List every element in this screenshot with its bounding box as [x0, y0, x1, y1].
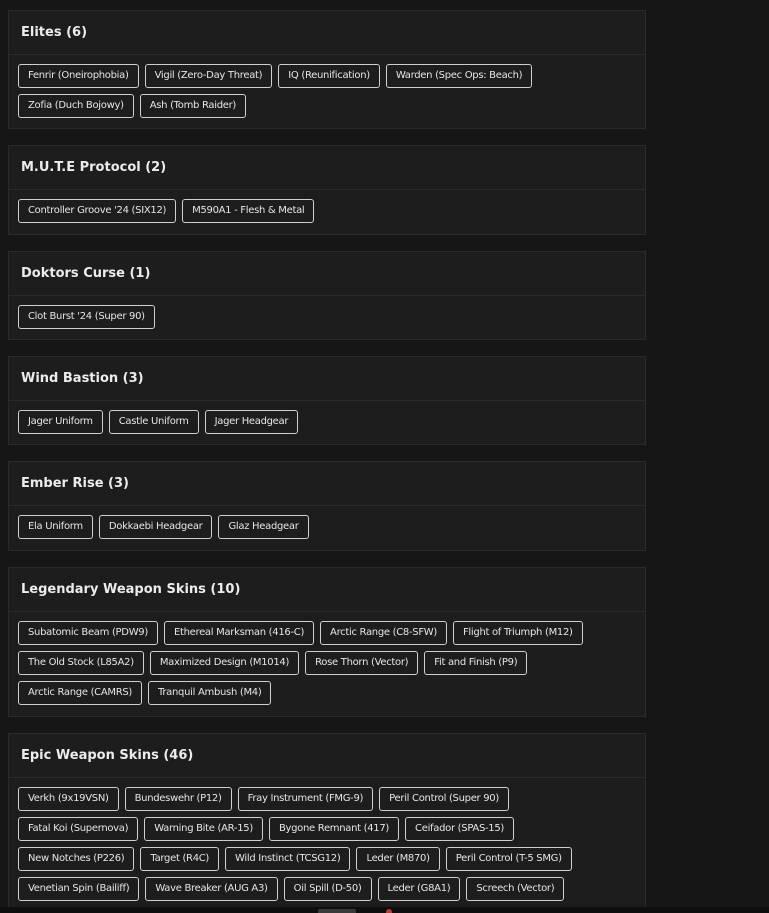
- item-chip-list: Controller Groove '24 (SIX12) M590A1 - Fl…: [9, 190, 645, 229]
- category-section: Elites (6) Fenrir (Oneirophobia) Vigil (Ze…: [8, 10, 646, 129]
- item-chip[interactable]: Vigil (Zero-Day Threat): [144, 64, 273, 88]
- item-chip[interactable]: Clot Burst '24 (Super 90): [18, 305, 155, 329]
- category-section: Doktors Curse (1) Clot Burst '24 (Super 9…: [8, 251, 646, 340]
- item-chip[interactable]: Ela Uniform: [18, 515, 93, 539]
- category-section: Legendary Weapon Skins (10) Subatomic Bea…: [8, 567, 646, 717]
- item-chip[interactable]: Screech (Vector): [466, 877, 565, 901]
- item-chip[interactable]: Maximized Design (M1014): [149, 651, 300, 675]
- item-chip-list: Verkh (9x19VSN) Bundeswehr (P12) Fray Inst…: [9, 778, 645, 907]
- section-title: M.U.T.E Protocol (2): [9, 146, 645, 190]
- item-chip[interactable]: Ash (Tomb Raider): [139, 94, 247, 118]
- item-chip[interactable]: Wild Instinct (TCSG12): [225, 847, 351, 871]
- item-chip[interactable]: Tranquil Ambush (M4): [148, 681, 272, 705]
- item-chip[interactable]: Zofia (Duch Bojowy): [18, 94, 134, 118]
- item-chip[interactable]: The Old Stock (L85A2): [18, 651, 144, 675]
- section-title: Epic Weapon Skins (46): [9, 734, 645, 778]
- item-chip[interactable]: Fray Instrument (FMG-9): [237, 787, 374, 811]
- item-chip-list: Jager Uniform Castle Uniform Jager Headgea…: [9, 401, 645, 440]
- item-chip[interactable]: M590A1 - Flesh & Metal: [182, 199, 315, 223]
- section-title: Elites (6): [9, 11, 645, 55]
- item-chip[interactable]: Castle Uniform: [108, 410, 199, 434]
- item-chip[interactable]: Wave Breaker (AUG A3): [145, 877, 278, 901]
- item-chip[interactable]: Ethereal Marksman (416-C): [163, 621, 315, 645]
- item-chip[interactable]: Controller Groove '24 (SIX12): [18, 199, 177, 223]
- item-chip-list: Ela Uniform Dokkaebi Headgear Glaz Headgea…: [9, 506, 645, 545]
- item-chip[interactable]: Fatal Koi (Supernova): [18, 817, 139, 841]
- item-chip[interactable]: Peril Control (Super 90): [379, 787, 509, 811]
- item-chip[interactable]: Flight of Triumph (M12): [452, 621, 583, 645]
- category-section: M.U.T.E Protocol (2) Controller Groove '2…: [8, 145, 646, 235]
- category-section: Ember Rise (3) Ela Uniform Dokkaebi Headge…: [8, 461, 646, 551]
- taskbar-app-icon[interactable]: [386, 909, 392, 913]
- item-chip[interactable]: Bundeswehr (P12): [124, 787, 232, 811]
- item-chip[interactable]: IQ (Reunification): [278, 64, 380, 88]
- item-chip[interactable]: Bygone Remnant (417): [268, 817, 400, 841]
- category-section: Wind Bastion (3) Jager Uniform Castle Unif…: [8, 356, 646, 445]
- taskbar-item[interactable]: [318, 909, 356, 913]
- item-chip-list: Clot Burst '24 (Super 90): [9, 296, 645, 335]
- item-chip[interactable]: Ceifador (SPAS-15): [405, 817, 515, 841]
- item-chip[interactable]: Leder (G8A1): [377, 877, 461, 901]
- item-chip[interactable]: Fenrir (Oneirophobia): [18, 64, 139, 88]
- item-chip[interactable]: Warning Bite (AR-15): [144, 817, 263, 841]
- item-chip-list: Subatomic Beam (PDW9) Ethereal Marksman (…: [9, 612, 645, 711]
- item-chip[interactable]: Leder (M870): [356, 847, 440, 871]
- section-title: Legendary Weapon Skins (10): [9, 568, 645, 612]
- item-chip[interactable]: Oil Spill (D-50): [283, 877, 372, 901]
- item-chip[interactable]: Rose Thorn (Vector): [305, 651, 419, 675]
- item-chip[interactable]: Glaz Headgear: [218, 515, 309, 539]
- collection-page: Elites (6) Fenrir (Oneirophobia) Vigil (Ze…: [0, 0, 769, 913]
- item-chip[interactable]: Dokkaebi Headgear: [98, 515, 213, 539]
- section-title: Ember Rise (3): [9, 462, 645, 506]
- item-chip[interactable]: Arctic Range (CAMRS): [18, 681, 143, 705]
- item-chip[interactable]: Jager Uniform: [18, 410, 103, 434]
- item-chip[interactable]: Peril Control (T-5 SMG): [445, 847, 572, 871]
- section-title: Doktors Curse (1): [9, 252, 645, 296]
- item-chip[interactable]: Jager Headgear: [204, 410, 299, 434]
- item-chip-list: Fenrir (Oneirophobia) Vigil (Zero-Day Thr…: [9, 55, 645, 124]
- item-chip[interactable]: Subatomic Beam (PDW9): [18, 621, 158, 645]
- item-chip[interactable]: New Notches (P226): [18, 847, 135, 871]
- item-chip[interactable]: Warden (Spec Ops: Beach): [385, 64, 533, 88]
- category-section: Epic Weapon Skins (46) Verkh (9x19VSN) Bun…: [8, 733, 646, 913]
- item-chip[interactable]: Venetian Spin (Bailiff): [18, 877, 140, 901]
- item-chip[interactable]: Verkh (9x19VSN): [18, 787, 119, 811]
- item-chip[interactable]: Arctic Range (C8-SFW): [320, 621, 447, 645]
- item-chip[interactable]: Fit and Finish (P9): [424, 651, 528, 675]
- taskbar-edge: [0, 907, 769, 913]
- section-title: Wind Bastion (3): [9, 357, 645, 401]
- item-chip[interactable]: Target (R4C): [140, 847, 220, 871]
